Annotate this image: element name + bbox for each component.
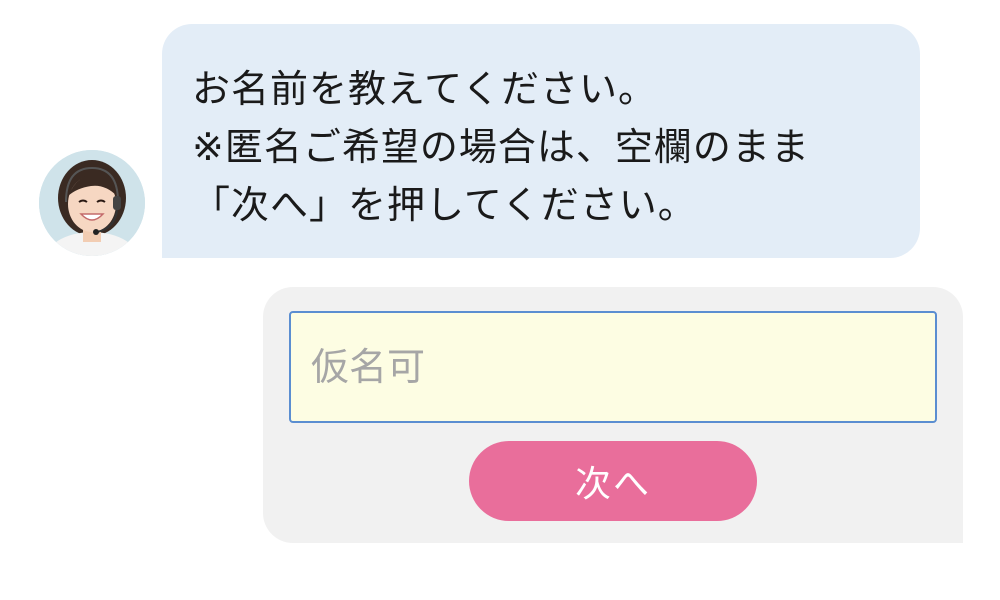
message-line: ※匿名ご希望の場合は、空欄のまま	[192, 125, 810, 169]
name-input[interactable]	[289, 311, 937, 423]
operator-avatar-icon	[39, 150, 145, 256]
chat-screen: お名前を教えてください。 ※匿名ご希望の場合は、空欄のまま 「次へ」を押してくだ…	[0, 0, 1000, 600]
operator-avatar	[39, 150, 145, 256]
message-line: お名前を教えてください。	[192, 67, 657, 111]
message-line: 「次へ」を押してください。	[192, 183, 697, 227]
reply-panel: 次へ	[263, 287, 963, 543]
chat-message-bubble: お名前を教えてください。 ※匿名ご希望の場合は、空欄のまま 「次へ」を押してくだ…	[162, 24, 920, 258]
next-button[interactable]: 次へ	[469, 441, 757, 521]
